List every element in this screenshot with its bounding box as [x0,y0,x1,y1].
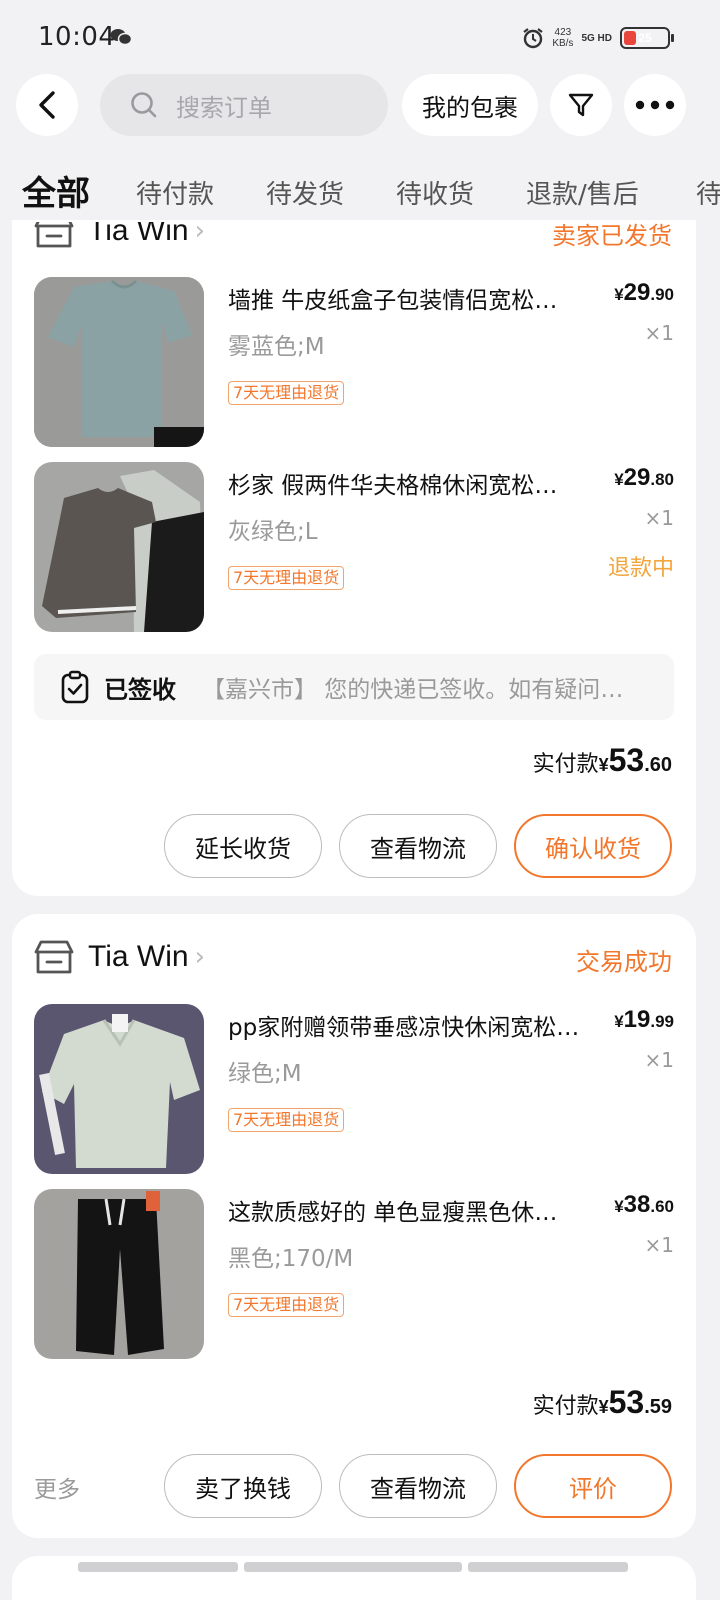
next-card-image-strip [244,1562,462,1572]
next-card-image-strip [468,1562,628,1572]
shop-header[interactable]: Tia Win › [34,932,205,982]
search-input[interactable]: 搜索订单 [100,74,388,136]
item-title: 墙推 牛皮纸盒子包装情侣宽松短袖T恤 [228,288,580,314]
more-link[interactable]: 更多 [34,1470,80,1504]
item-spec: 雾蓝色;M [228,334,325,360]
order-card[interactable]: Tia Win › 卖家已发货 墙推 牛皮纸盒子包装情侣宽松短袖T恤 雾蓝色;M… [12,180,696,896]
order-card[interactable]: Tia Win › 交易成功 pp家附赠领带垂感凉快休闲宽松短袖衬衫 绿色;M … [12,914,696,1538]
tab-more[interactable]: 待 [696,174,720,211]
more-button[interactable] [624,74,686,136]
battery-level: 25 [638,31,652,45]
product-image [34,1004,204,1174]
order-item[interactable]: pp家附赠领带垂感凉快休闲宽松短袖衬衫 绿色;M 7天无理由退货 ¥19.99 … [34,1004,674,1176]
confirm-receipt-button[interactable]: 确认收货 [514,814,672,878]
card-top-edge [12,220,696,222]
item-quantity: ×1 [644,506,674,530]
item-quantity: ×1 [644,1233,674,1257]
view-logistics-button[interactable]: 查看物流 [339,814,497,878]
more-dots-icon [635,100,675,110]
battery-icon: 25 [620,27,674,49]
product-image [34,1189,204,1359]
top-bar: 搜索订单 我的包裹 [0,72,720,140]
order-item[interactable]: 杉家 假两件华夫格棉休闲宽松长袖T恤 灰绿色;L 7天无理由退货 ¥29.80 … [34,462,674,634]
order-tabs: 全部 待付款 待发货 待收货 退款/售后 待 [0,160,720,220]
chevron-right-icon: › [194,942,205,972]
refund-status[interactable]: 退款中 [608,550,674,582]
search-placeholder: 搜索订单 [176,93,272,122]
back-button[interactable] [16,74,78,136]
tab-pending-receipt[interactable]: 待收货 [396,174,474,211]
my-packages-button[interactable]: 我的包裹 [402,74,538,136]
shop-icon [34,940,74,974]
product-image [34,462,204,632]
return-policy-tag: 7天无理由退货 [228,1108,345,1132]
paid-amount: 实付款 ¥53.59 [532,1384,672,1420]
logistics-bar[interactable]: 已签收 【嘉兴市】 您的快递已签收。如有疑问请联系快递员 [34,654,674,720]
extend-receipt-button[interactable]: 延长收货 [164,814,322,878]
item-price: ¥29.80 [614,464,674,491]
filter-icon [568,93,594,117]
item-quantity: ×1 [644,321,674,345]
status-right: 423 KB/s 5G HD 25 [522,24,674,52]
item-spec: 黑色;170/M [228,1246,354,1272]
return-policy-tag: 7天无理由退货 [228,566,345,590]
shop-name: Tia Win [88,940,189,973]
next-card-image-strip [78,1562,238,1572]
item-title: 杉家 假两件华夫格棉休闲宽松长袖T恤 [228,473,580,499]
item-price: ¥19.99 [614,1006,674,1033]
product-image [34,277,204,447]
network-type: 5G HD [581,32,612,44]
wechat-icon [110,29,132,46]
order-item[interactable]: 墙推 牛皮纸盒子包装情侣宽松短袖T恤 雾蓝色;M 7天无理由退货 ¥29.90 … [34,277,674,449]
return-policy-tag: 7天无理由退货 [228,381,345,405]
back-icon [39,91,55,119]
return-policy-tag: 7天无理由退货 [228,1293,345,1317]
review-button[interactable]: 评价 [514,1454,672,1518]
order-list-screen: 10:04 423 KB/s 5G HD 25 搜索订单 我的包裹 Tia Wi… [0,0,720,1600]
tab-pending-shipment[interactable]: 待发货 [266,174,344,211]
sell-item-button[interactable]: 卖了换钱 [164,1454,322,1518]
status-bar: 10:04 423 KB/s 5G HD 25 [0,0,720,72]
item-price: ¥29.90 [614,279,674,306]
item-spec: 绿色;M [228,1061,302,1087]
tab-all[interactable]: 全部 [22,166,90,215]
item-price: ¥38.60 [614,1191,674,1218]
search-icon [131,92,157,118]
view-logistics-button[interactable]: 查看物流 [339,1454,497,1518]
item-title: pp家附赠领带垂感凉快休闲宽松短袖衬衫 [228,1015,580,1041]
tab-refund-aftersale[interactable]: 退款/售后 [526,174,639,211]
item-title: 这款质感好的 单色显瘦黑色休闲长裤 [228,1200,580,1226]
tab-pending-payment[interactable]: 待付款 [136,174,214,211]
paid-amount: 实付款 ¥53.60 [532,742,672,778]
alarm-icon [523,28,543,49]
item-quantity: ×1 [644,1048,674,1072]
logistics-status: 已签收 [104,675,176,704]
order-item[interactable]: 这款质感好的 单色显瘦黑色休闲长裤 黑色;170/M 7天无理由退货 ¥38.6… [34,1189,674,1361]
logistics-detail: 【嘉兴市】 您的快递已签收。如有疑问请联系快递员 [202,677,642,703]
order-status: 交易成功 [576,948,672,976]
network-speed: 423 KB/s [552,27,574,49]
item-spec: 灰绿色;L [228,519,318,545]
filter-button[interactable] [550,74,612,136]
signed-clipboard-icon [61,670,89,704]
status-time: 10:04 [38,22,116,52]
next-order-card[interactable] [12,1556,696,1600]
